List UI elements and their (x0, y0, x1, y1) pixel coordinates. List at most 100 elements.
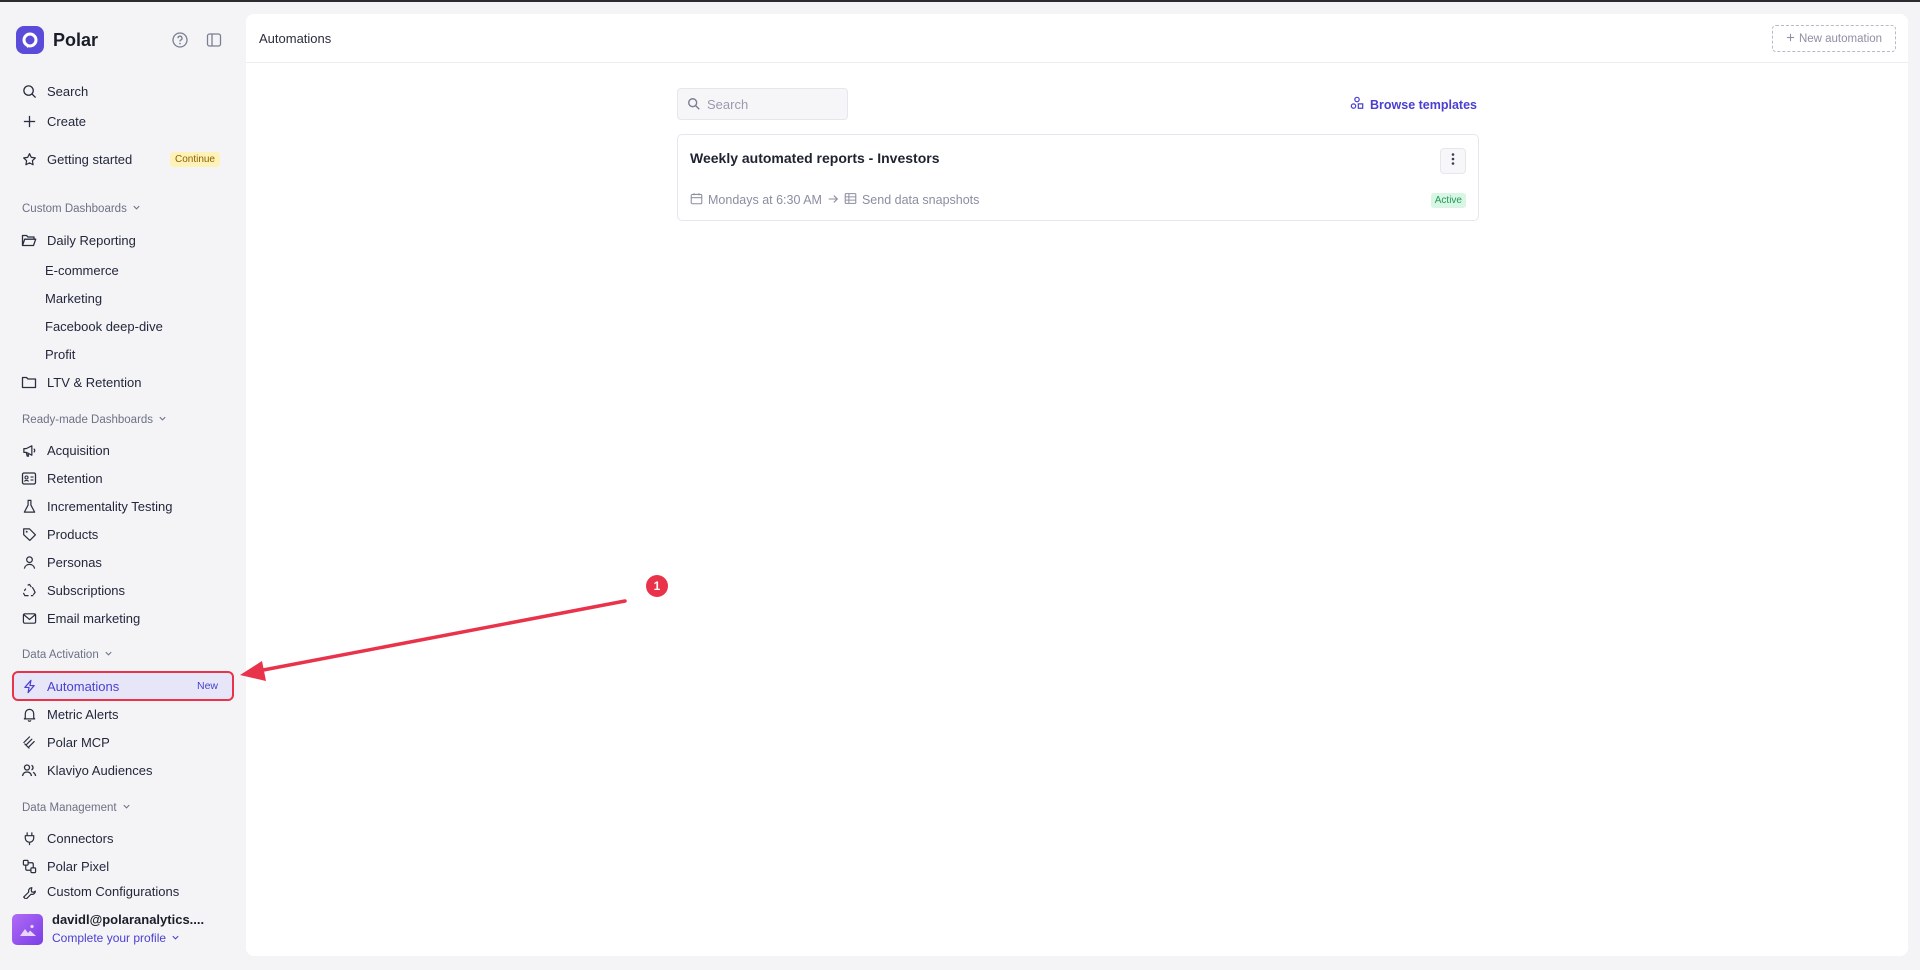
sidebar-item-search[interactable]: Search (14, 78, 232, 104)
folder-open-icon (20, 231, 38, 249)
sidebar-item-label: Klaviyo Audiences (47, 762, 153, 778)
mcp-icon (20, 733, 38, 751)
chevron-down-icon (158, 414, 167, 426)
lightning-icon (20, 677, 38, 695)
section-data-management[interactable]: Data Management (22, 802, 131, 814)
browse-templates-link[interactable]: Browse templates (1350, 96, 1477, 113)
section-ready-made-dashboards[interactable]: Ready-made Dashboards (22, 414, 167, 426)
mail-icon (20, 609, 38, 627)
search-field[interactable] (677, 88, 848, 120)
megaphone-icon (20, 441, 38, 459)
polar-logo-icon (16, 26, 44, 54)
sidebar-item-subscriptions[interactable]: Subscriptions (14, 577, 232, 603)
plus-icon (20, 112, 38, 130)
complete-profile-link[interactable]: Complete your profile (52, 931, 204, 945)
automation-title: Weekly automated reports - Investors (690, 150, 940, 166)
section-data-activation[interactable]: Data Activation (22, 649, 113, 661)
recycle-icon (20, 581, 38, 599)
brand[interactable]: Polar (16, 26, 98, 54)
wrench-icon (20, 884, 38, 899)
calendar-icon (690, 192, 703, 208)
sidebar-item-ecommerce[interactable]: E-commerce (14, 257, 232, 283)
sidebar-item-label: Personas (47, 554, 102, 570)
sidebar-item-label: Create (47, 113, 87, 129)
plus-icon (1786, 33, 1795, 45)
status-badge: Active (1430, 193, 1466, 208)
search-input[interactable] (707, 96, 837, 112)
sidebar-item-retention[interactable]: Retention (14, 465, 232, 491)
sidebar-folder-ltv-retention[interactable]: LTV & Retention (14, 369, 232, 395)
sidebar-item-label: Automations (47, 678, 120, 694)
new-automation-button[interactable]: New automation (1772, 25, 1896, 52)
sidebar-item-polar-mcp[interactable]: Polar MCP (14, 729, 232, 755)
sidebar-item-profit[interactable]: Profit (14, 341, 232, 367)
arrow-right-icon (827, 193, 839, 208)
chevron-down-icon (171, 931, 180, 945)
sidebar-item-klaviyo-audiences[interactable]: Klaviyo Audiences (14, 757, 232, 783)
search-icon (20, 82, 38, 100)
sidebar-item-label: Subscriptions (47, 582, 126, 598)
sidebar-item-create[interactable]: Create (14, 108, 232, 134)
sidebar-item-marketing[interactable]: Marketing (14, 285, 232, 311)
help-icon[interactable] (170, 30, 190, 50)
sidebar-item-facebook-deep-dive[interactable]: Facebook deep-dive (14, 313, 232, 339)
automation-schedule: Mondays at 6:30 AM (708, 193, 822, 207)
brand-name: Polar (53, 29, 99, 50)
user-icon (20, 553, 38, 571)
sidebar-item-label: Retention (47, 470, 103, 486)
sidebar-item-connectors[interactable]: Connectors (14, 825, 232, 851)
sidebar-item-label: Polar MCP (47, 734, 110, 750)
templates-icon (1350, 96, 1364, 113)
sidebar-item-label: Search (47, 83, 89, 99)
sidebar-item-metric-alerts[interactable]: Metric Alerts (14, 701, 232, 727)
kebab-menu-icon (1451, 152, 1455, 171)
sidebar-item-polar-pixel[interactable]: Polar Pixel (14, 853, 232, 879)
sidebar-item-label: Acquisition (47, 442, 110, 458)
new-badge: New (196, 680, 218, 692)
users-icon (20, 761, 38, 779)
continue-badge[interactable]: Continue (169, 151, 220, 167)
sidebar-item-automations[interactable]: Automations New (12, 671, 234, 701)
automation-meta: Mondays at 6:30 AM Send data snapshots (690, 192, 979, 208)
sidebar-item-products[interactable]: Products (14, 521, 232, 547)
sidebar-toggle-icon[interactable] (204, 30, 224, 50)
table-icon (844, 192, 857, 208)
tag-icon (20, 525, 38, 543)
sidebar-folder-daily-reporting[interactable]: Daily Reporting (14, 227, 232, 253)
flask-icon (20, 497, 38, 515)
automation-action: Send data snapshots (861, 193, 980, 207)
sidebar-item-label: Polar Pixel (47, 858, 110, 874)
sidebar-item-label: Products (47, 526, 99, 542)
sidebar-item-label: Connectors (47, 830, 114, 846)
bell-icon (20, 705, 38, 723)
sidebar-item-getting-started[interactable]: Getting started Continue (14, 146, 232, 172)
search-icon (687, 97, 701, 111)
page-header: Automations New automation (246, 14, 1908, 63)
page-title: Automations (259, 31, 332, 46)
sidebar-item-acquisition[interactable]: Acquisition (14, 437, 232, 463)
window-top-border (0, 0, 1920, 2)
chevron-down-icon (132, 203, 141, 215)
sidebar-item-label: Metric Alerts (47, 706, 119, 722)
star-icon (20, 150, 38, 168)
section-custom-dashboards[interactable]: Custom Dashboards (22, 203, 141, 215)
sidebar-item-custom-configurations[interactable]: Custom Configurations (14, 881, 232, 899)
sidebar-item-incrementality-testing[interactable]: Incrementality Testing (14, 493, 232, 519)
automation-card[interactable]: Weekly automated reports - Investors Mon… (677, 134, 1479, 221)
id-card-icon (20, 469, 38, 487)
sidebar-item-label: Getting started (47, 151, 133, 167)
sidebar-item-label: LTV & Retention (47, 374, 142, 390)
more-options-button[interactable] (1440, 148, 1466, 174)
sidebar-item-label: Daily Reporting (47, 232, 136, 248)
sidebar-item-label: Custom Configurations (47, 884, 180, 899)
plug-icon (20, 829, 38, 847)
user-profile[interactable]: davidl@polaranalytics.... Complete your … (12, 912, 237, 952)
sidebar-item-label: Email marketing (47, 610, 141, 626)
profile-email: davidl@polaranalytics.... (52, 912, 205, 927)
sidebar-item-email-marketing[interactable]: Email marketing (14, 605, 232, 631)
chevron-down-icon (122, 802, 131, 814)
sidebar-item-personas[interactable]: Personas (14, 549, 232, 575)
chevron-down-icon (104, 649, 113, 661)
sidebar: Polar Search Create Getting started Cont… (0, 2, 246, 970)
sidebar-item-label: Incrementality Testing (47, 498, 173, 514)
